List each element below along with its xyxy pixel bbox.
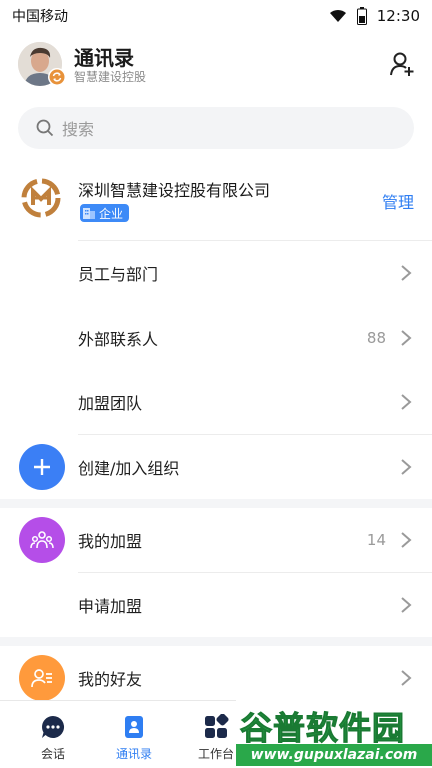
apps-grid-icon (205, 714, 229, 738)
tab-chat[interactable]: 会话 (17, 701, 89, 768)
list-item-label: 外部联系人 (78, 330, 159, 349)
company-name: 深圳智慧建设控股有限公司 (78, 181, 271, 200)
company-logo (21, 178, 61, 218)
section-gap (0, 499, 432, 508)
switch-org-icon[interactable] (48, 68, 66, 86)
external-contacts-count: 88 (366, 329, 386, 347)
chevron-right-icon (401, 394, 412, 410)
battery-icon (356, 7, 367, 25)
watermark-url: www.gupuxlazai.com (236, 744, 432, 766)
tab-label: 工作台 (197, 747, 234, 761)
friends-icon (19, 655, 65, 701)
list-item-label: 加盟团队 (78, 394, 143, 413)
plus-icon (19, 444, 65, 490)
tab-label: 会话 (40, 747, 65, 761)
section-gap (0, 637, 432, 646)
tab-contacts[interactable]: 通讯录 (98, 701, 170, 768)
chat-bubble-icon (42, 715, 65, 738)
chevron-right-icon (401, 597, 412, 613)
chevron-right-icon (401, 532, 412, 548)
add-contact-icon[interactable] (388, 50, 416, 78)
manage-link[interactable]: 管理 (382, 189, 414, 213)
group-icon (19, 517, 65, 563)
org-subtitle: 智慧建设控股 (74, 70, 147, 84)
contacts-book-icon (125, 716, 143, 738)
chevron-right-icon (401, 670, 412, 686)
my-alliance-row[interactable]: 我的加盟 14 (0, 508, 432, 572)
tab-label: 通讯录 (115, 747, 152, 761)
chevron-right-icon (401, 459, 412, 475)
building-icon (83, 208, 95, 219)
wifi-icon (329, 9, 346, 22)
watermark-title: 谷普软件园 (239, 709, 406, 748)
create-join-org-label: 创建/加入组织 (78, 459, 180, 478)
search-icon (36, 119, 54, 137)
my-alliance-label: 我的加盟 (78, 532, 143, 551)
list-item-alliance-teams[interactable]: 加盟团队 (0, 370, 432, 434)
carrier-name: 中国移动 (12, 9, 68, 25)
status-bar: 中国移动 12:30 (0, 0, 432, 32)
create-join-org-row[interactable]: 创建/加入组织 (0, 435, 432, 499)
chevron-right-icon (401, 330, 412, 346)
list-item-staff-departments[interactable]: 员工与部门 (0, 241, 432, 305)
my-alliance-count: 14 (366, 531, 386, 549)
apply-alliance-row[interactable]: 申请加盟 (0, 573, 432, 637)
list-item-external-contacts[interactable]: 外部联系人 88 (0, 306, 432, 370)
company-card[interactable]: 深圳智慧建设控股有限公司 企业 管理 (0, 165, 432, 237)
enterprise-badge-label: 企业 (99, 206, 124, 221)
my-friends-label: 我的好友 (78, 670, 143, 689)
watermark: 谷普软件园 www.gupuxlazai.com (236, 700, 432, 768)
enterprise-badge: 企业 (80, 204, 130, 222)
search-input[interactable]: 搜索 (18, 107, 414, 149)
page-title: 通讯录 (74, 46, 134, 70)
search-placeholder: 搜索 (62, 120, 95, 139)
contacts-header: 通讯录 智慧建设控股 (0, 38, 432, 90)
chevron-right-icon (401, 265, 412, 281)
list-item-label: 员工与部门 (78, 265, 159, 284)
apply-alliance-label: 申请加盟 (78, 597, 143, 616)
clock: 12:30 (376, 7, 420, 25)
